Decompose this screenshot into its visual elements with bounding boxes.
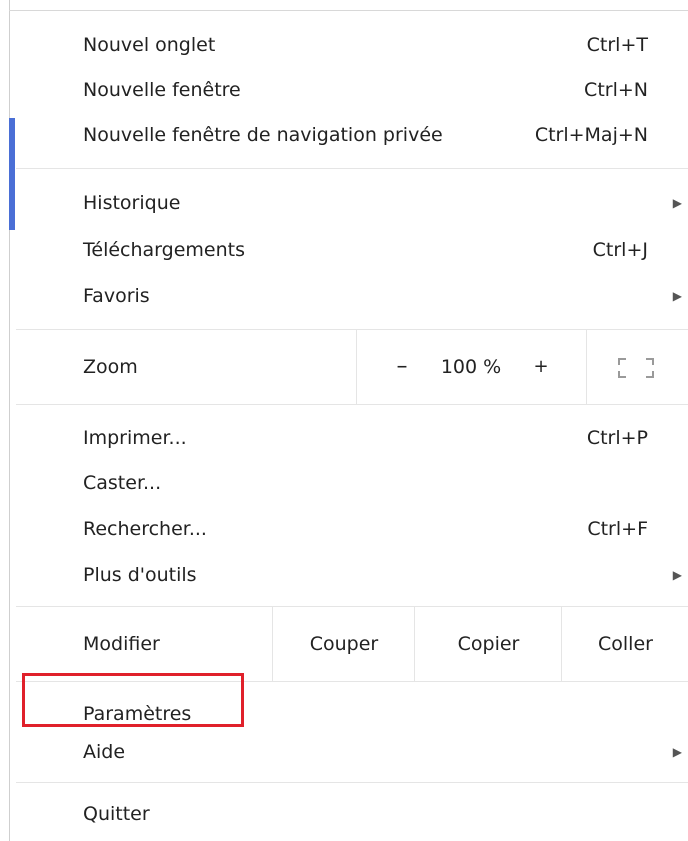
menu-item-shortcut: Ctrl+P — [586, 427, 648, 449]
menu-separator — [16, 404, 688, 405]
paste-button-label: Coller — [598, 633, 653, 655]
menu-item-more-tools[interactable]: Plus d'outils ▶ — [16, 555, 688, 595]
paste-button[interactable]: Coller — [561, 607, 688, 681]
zoom-in-button[interactable]: + — [529, 347, 553, 387]
menu-item-label: Historique — [83, 192, 181, 214]
active-tab-accent — [9, 118, 15, 230]
menu-item-label: Rechercher... — [83, 518, 207, 540]
submenu-arrow-icon: ▶ — [672, 568, 682, 582]
menu-item-label: Caster... — [83, 472, 162, 494]
menu-separator — [16, 168, 688, 169]
menu-item-label: Nouvel onglet — [83, 34, 216, 56]
zoom-out-button[interactable]: – — [389, 347, 415, 387]
zoom-level: 100 % — [440, 356, 502, 378]
menu-item-label: Téléchargements — [83, 239, 245, 261]
menu-item-label: Plus d'outils — [83, 564, 197, 586]
menu-item-help[interactable]: Aide ▶ — [16, 732, 688, 772]
menu-item-shortcut: Ctrl+N — [584, 79, 648, 101]
fullscreen-icon[interactable] — [617, 357, 655, 379]
menu-item-history[interactable]: Historique ▶ — [16, 183, 688, 223]
menu-item-shortcut: Ctrl+F — [587, 518, 648, 540]
menu-item-shortcut: Ctrl+T — [586, 34, 648, 56]
submenu-arrow-icon: ▶ — [672, 289, 682, 303]
menu-item-cast[interactable]: Caster... — [16, 463, 688, 503]
edit-row: Modifier Couper Copier Coller — [16, 607, 688, 681]
menu-item-find[interactable]: Rechercher... Ctrl+F — [16, 509, 688, 549]
menu-item-new-private-window[interactable]: Nouvelle fenêtre de navigation privée Ct… — [16, 115, 688, 155]
cut-button-label: Couper — [309, 633, 379, 655]
settings-highlight-box — [22, 673, 244, 727]
menu-item-shortcut: Ctrl+J — [592, 239, 648, 261]
menu-item-label: Nouvelle fenêtre de navigation privée — [83, 124, 443, 146]
menu-item-label: Quitter — [83, 803, 150, 825]
menu-item-label: Aide — [83, 741, 126, 763]
submenu-arrow-icon: ▶ — [672, 196, 682, 210]
menu-item-new-window[interactable]: Nouvelle fenêtre Ctrl+N — [16, 70, 688, 110]
menu-separator — [16, 782, 688, 783]
menu-item-new-tab[interactable]: Nouvel onglet Ctrl+T — [16, 25, 688, 65]
menu-item-shortcut: Ctrl+Maj+N — [534, 124, 648, 146]
zoom-label: Zoom — [83, 356, 138, 378]
submenu-arrow-icon: ▶ — [672, 745, 682, 759]
fullscreen-cell[interactable] — [586, 330, 688, 404]
edit-label: Modifier — [83, 633, 160, 655]
menu-item-label: Nouvelle fenêtre — [83, 79, 241, 101]
cut-button[interactable]: Couper — [272, 607, 415, 681]
zoom-controls: – 100 % + — [356, 330, 587, 404]
copy-button-label: Copier — [457, 633, 520, 655]
menu-item-label: Favoris — [83, 285, 150, 307]
menu-item-print[interactable]: Imprimer... Ctrl+P — [16, 418, 688, 458]
menu-item-label: Imprimer... — [83, 427, 187, 449]
menu-item-bookmarks[interactable]: Favoris ▶ — [16, 276, 688, 316]
menu-item-quit[interactable]: Quitter — [16, 794, 688, 834]
zoom-row: Zoom – 100 % + — [16, 330, 688, 404]
copy-button[interactable]: Copier — [414, 607, 562, 681]
menu-item-downloads[interactable]: Téléchargements Ctrl+J — [16, 230, 688, 270]
